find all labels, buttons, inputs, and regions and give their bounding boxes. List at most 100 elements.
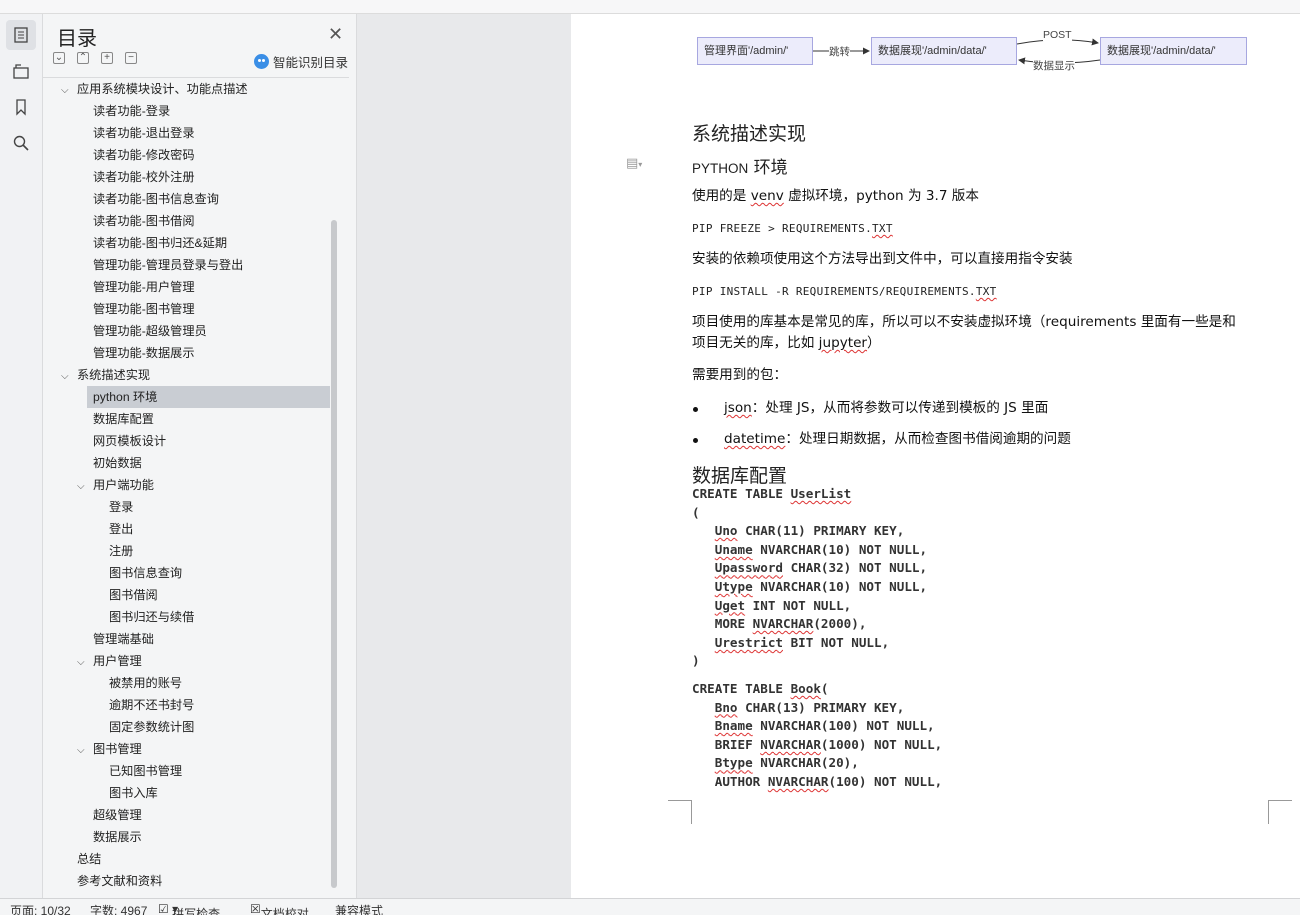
page-count[interactable]: 页面: 10/32	[10, 902, 71, 915]
sql-identifier: Bno	[714, 699, 738, 715]
toc-item[interactable]: 网页模板设计	[93, 430, 166, 452]
sql-text: NVARCHAR(10) NOT NULL,	[752, 579, 928, 594]
add-heading-icon[interactable]: +	[101, 52, 113, 64]
spell-check-toggle[interactable]: ☑ 拼写检查 ▾	[158, 902, 220, 915]
toc-item[interactable]: 登出	[109, 518, 133, 540]
sql-identifier: Btype	[714, 755, 753, 771]
toc-scrollbar[interactable]	[331, 220, 337, 888]
toc-item[interactable]: 图书入库	[109, 782, 158, 804]
toc-item[interactable]: 已知图书管理	[109, 760, 182, 782]
toc-item[interactable]: 读者功能-图书归还&延期	[93, 232, 227, 254]
comment-icon[interactable]: ▤▾	[626, 155, 642, 171]
search-icon[interactable]	[6, 128, 36, 158]
toc-title: 目录	[57, 26, 97, 50]
toc-item[interactable]: 管理功能-图书管理	[93, 298, 195, 320]
chevron-down-icon[interactable]: ⌵	[77, 476, 89, 498]
spell-flag: datetime	[724, 431, 786, 447]
toc-item[interactable]: 管理功能-用户管理	[93, 276, 195, 298]
toc-item[interactable]: ⌵ 图书管理	[77, 738, 142, 760]
toc-item[interactable]: ⌵ 用户端功能	[77, 474, 154, 496]
page-corner-mark	[1268, 800, 1292, 824]
toc-item[interactable]: 图书信息查询	[109, 562, 182, 584]
bookmark-icon[interactable]	[6, 92, 36, 122]
toc-item-label: 读者功能-修改密码	[93, 148, 195, 162]
sql-text: CREATE TABLE	[692, 486, 791, 501]
toc-panel-icon[interactable]	[6, 20, 36, 50]
smart-toc-button[interactable]: 智能识别目录	[254, 52, 348, 71]
toc-item[interactable]: 固定参数统计图	[109, 716, 194, 738]
sql-line: Upassword CHAR(32) NOT NULL,	[692, 559, 927, 578]
toc-item-label: 用户管理	[93, 654, 142, 668]
remove-heading-icon[interactable]: −	[125, 52, 137, 64]
sql-text: CREATE TABLE	[692, 681, 791, 696]
toc-item[interactable]: 数据展示	[93, 826, 142, 848]
sql-line: )	[692, 652, 700, 671]
toc-item[interactable]: 读者功能-退出登录	[93, 122, 195, 144]
spell-flag: venv	[750, 188, 784, 204]
sql-line: Uget INT NOT NULL,	[692, 597, 852, 616]
toc-item[interactable]: 超级管理	[93, 804, 142, 826]
diagram-arrows	[813, 38, 1101, 65]
toc-item[interactable]: 参考文献和资料	[77, 870, 162, 892]
toc-item[interactable]: 总结	[77, 848, 101, 870]
toc-item[interactable]: 图书归还与续借	[109, 606, 194, 628]
sql-line: Uno CHAR(11) PRIMARY KEY,	[692, 522, 905, 541]
sql-line: MORE NVARCHAR(2000),	[692, 615, 867, 634]
collapse-all-icon[interactable]: ⌄	[53, 52, 65, 64]
toc-item[interactable]: 管理端基础	[93, 628, 154, 650]
toc-item[interactable]: 注册	[109, 540, 133, 562]
toc-item[interactable]: 管理功能-管理员登录与登出	[93, 254, 243, 276]
toc-item[interactable]: 数据库配置	[93, 408, 154, 430]
toc-item[interactable]: 初始数据	[93, 452, 142, 474]
toc-item[interactable]: ⌵ 系统描述实现	[61, 364, 150, 386]
toc-item-label: 管理端基础	[93, 632, 154, 646]
toc-item[interactable]: 读者功能-图书信息查询	[93, 188, 219, 210]
navigation-pane-icon[interactable]	[6, 56, 36, 86]
chevron-down-icon[interactable]: ⌵	[77, 652, 89, 674]
code-pip-freeze: PIP FREEZE > REQUIREMENTS.TXT	[692, 222, 893, 235]
ribbon-strip	[0, 0, 1300, 14]
bullet	[693, 407, 698, 412]
toc-item[interactable]: 管理功能-超级管理员	[93, 320, 207, 342]
toc-item[interactable]: ⌵ 应用系统模块设计、功能点描述	[61, 78, 248, 100]
chevron-down-icon[interactable]: ⌵	[61, 80, 73, 102]
spell-check-label: 拼写检查	[172, 907, 221, 915]
side-rail	[0, 14, 43, 898]
toc-item[interactable]: 登录	[109, 496, 133, 518]
toc-item[interactable]: 读者功能-登录	[93, 100, 170, 122]
toc-item-label: 参考文献和资料	[77, 874, 163, 888]
word-count[interactable]: 字数: 4967	[90, 902, 147, 915]
sql-text: BIT NOT NULL,	[783, 634, 890, 650]
toc-item[interactable]: 图书借阅	[109, 584, 158, 606]
toc-item[interactable]: 被禁用的账号	[109, 672, 182, 694]
chevron-down-icon[interactable]: ⌵	[77, 740, 89, 762]
sql-identifier: Uget	[714, 597, 746, 613]
proofread-toggle[interactable]: ☒ 文档校对	[250, 902, 309, 915]
toc-item[interactable]: python 环境	[87, 386, 330, 408]
toc-item[interactable]: 读者功能-校外注册	[93, 166, 195, 188]
toc-item[interactable]: 读者功能-修改密码	[93, 144, 195, 166]
toc-item-label: 图书入库	[109, 786, 158, 800]
sql-identifier: Book	[790, 681, 821, 696]
toc-item[interactable]: 逾期不还书封号	[109, 694, 194, 716]
close-icon[interactable]: ✕	[328, 24, 343, 45]
sql-identifier: Bname	[714, 718, 753, 734]
toc-item[interactable]: ⌵ 用户管理	[77, 650, 142, 672]
page-corner-mark	[668, 800, 692, 824]
toc-item[interactable]: 读者功能-图书借阅	[93, 210, 195, 232]
chevron-down-icon[interactable]: ⌵	[61, 366, 73, 388]
toc-item-label: 管理功能-超级管理员	[93, 324, 207, 338]
sql-line: Btype NVARCHAR(20),	[692, 754, 859, 773]
sql-identifier: Utype	[714, 579, 753, 594]
toc-item-label: 图书信息查询	[109, 566, 183, 580]
status-bar: 页面: 10/32 字数: 4967 ☑ 拼写检查 ▾ ☒ 文档校对 兼容模式	[0, 898, 1300, 915]
expand-up-icon[interactable]: ⌃	[77, 52, 89, 64]
sql-text: (	[692, 504, 700, 520]
toc-item-label: 读者功能-图书归还&延期	[93, 236, 228, 250]
smart-toc-label: 智能识别目录	[273, 56, 349, 70]
toc-item-label: python 环境	[93, 390, 158, 404]
toc-item[interactable]: 管理功能-数据展示	[93, 342, 195, 364]
sql-line: CREATE TABLE UserList	[692, 485, 851, 504]
